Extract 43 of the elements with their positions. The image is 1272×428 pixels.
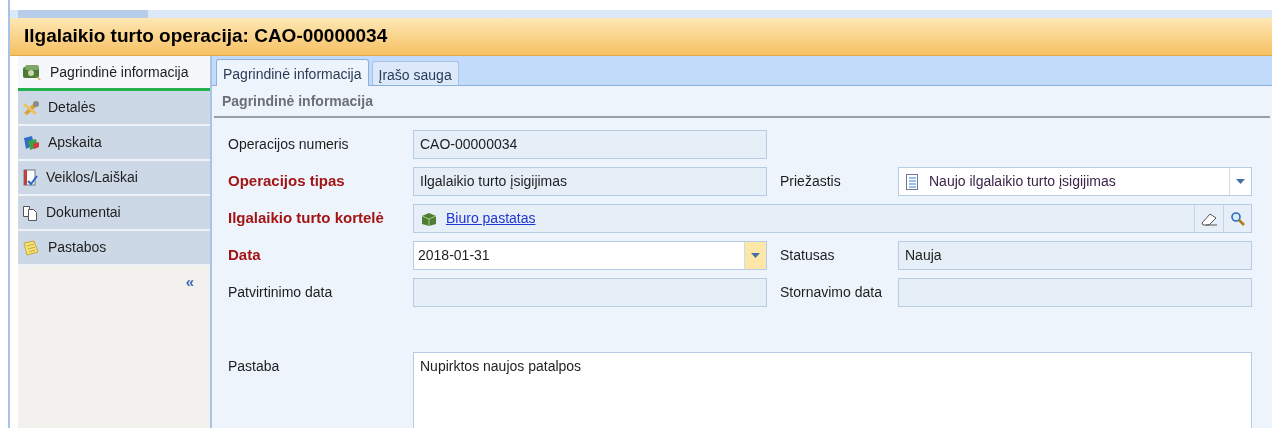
lookup-field[interactable]: Biuro pastatas (413, 204, 1252, 233)
documents-icon (22, 204, 38, 221)
field-label: Operacijos tipas (228, 171, 346, 192)
tab[interactable]: Įrašo sauga (371, 61, 459, 85)
checklist-icon (22, 168, 38, 187)
field-label: Statusas (780, 246, 836, 265)
text-field[interactable]: Nauja (898, 241, 1252, 270)
caret-icon (751, 253, 760, 258)
eraser-icon (1200, 211, 1218, 226)
sidebar-item[interactable]: Detalės (18, 91, 210, 126)
note-field[interactable]: Nupirktos naujos patalpos (413, 352, 1252, 428)
dropdown-button[interactable] (744, 242, 766, 269)
field-label: Priežastis (780, 172, 842, 191)
text-field[interactable]: Ilgalaikio turto įsigijimas (413, 167, 767, 196)
list-document-icon (905, 173, 919, 190)
accounting-icon (22, 134, 40, 151)
field-label: Ilgalaikio turto kortelė (228, 208, 385, 229)
money-stack-icon (22, 63, 42, 81)
text-field[interactable] (413, 278, 767, 307)
sidebar-item[interactable]: Apskaita (18, 126, 210, 161)
sidebar-item[interactable]: Dokumentai (18, 196, 210, 231)
sidebar-item[interactable]: Pagrindinė informacija (18, 56, 210, 91)
box-icon (420, 210, 438, 227)
note-icon (22, 239, 40, 256)
field-label: Pastaba (228, 357, 281, 376)
sidebar-item[interactable]: Veiklos/Laiškai (18, 161, 210, 196)
combo-box[interactable]: Naujo ilgalaikio turto įsigijimas (898, 167, 1252, 196)
section-title: Pagrindinė informacija (222, 91, 373, 111)
sidebar-item[interactable]: Pastabos (18, 231, 210, 266)
tools-icon (22, 99, 40, 116)
text-field[interactable] (898, 278, 1252, 307)
field-label: Operacijos numeris (228, 135, 350, 154)
window-title: Ilgalaikio turto operacija: CAO-00000034 (24, 24, 388, 49)
field-label: Data (228, 245, 262, 266)
date-field[interactable]: 2018-01-31 (413, 241, 767, 270)
search-icon (1230, 211, 1245, 226)
text-field[interactable]: CAO-00000034 (413, 130, 767, 159)
field-label: Patvirtinimo data (228, 283, 334, 302)
field-label: Stornavimo data (780, 283, 883, 302)
caret-icon (1236, 179, 1245, 184)
tab[interactable]: Pagrindinė informacija (216, 59, 369, 86)
record-link[interactable]: Biuro pastatas (446, 208, 1194, 229)
collapse-button[interactable]: « (185, 274, 194, 289)
